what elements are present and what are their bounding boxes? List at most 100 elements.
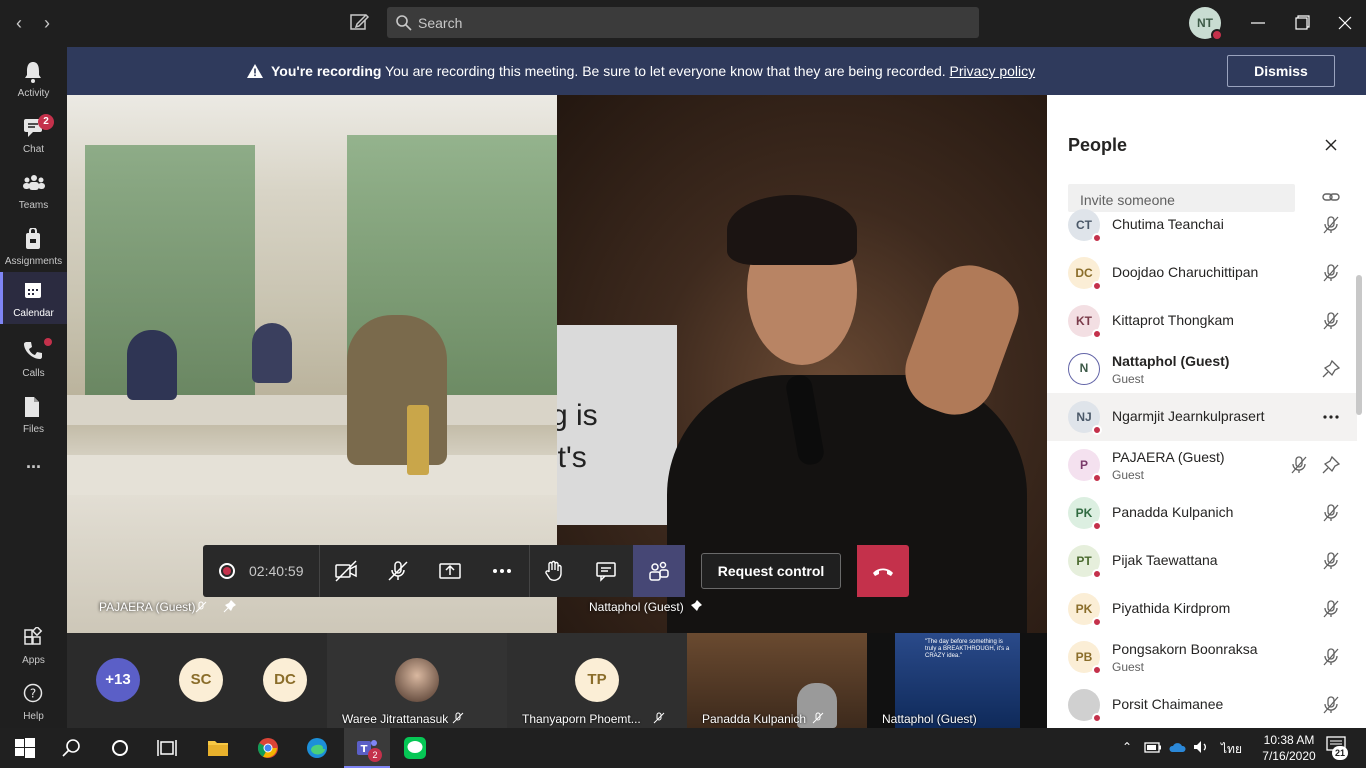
pin-icon[interactable] [1321,359,1341,379]
request-control-button[interactable]: Request control [701,553,841,589]
mic-off-icon[interactable] [1321,215,1341,235]
forward-arrow-icon[interactable]: › [36,12,58,34]
presence-busy-dot [1092,617,1102,627]
overflow-participants-button[interactable]: +13 [96,658,140,702]
participant-row[interactable]: KT Kittaprot Thongkam [1047,297,1357,345]
volume-icon[interactable] [1191,737,1211,757]
dismiss-button[interactable]: Dismiss [1227,55,1335,87]
rail-label-activity: Activity [17,88,50,99]
pin-icon[interactable] [1321,455,1341,475]
edge-icon[interactable] [305,736,329,760]
rail-item-activity[interactable]: Activity [0,52,67,108]
raise-hand-button[interactable] [530,545,578,597]
search-icon[interactable] [60,736,84,760]
rail-item-assignments[interactable]: Assignments [0,220,67,276]
participant-row[interactable]: P PAJAERA (Guest) Guest [1047,441,1357,489]
windows-taskbar: T 2 ⌃ ไทย 10:38 AM 7/16/2020 21 [0,728,1366,768]
app-rail: Activity 2 Chat Teams Assignments Calend… [0,47,67,728]
participant-avatar [1068,689,1102,723]
teams-taskbar-button[interactable]: T 2 [344,728,390,768]
slide-text-line: g is [557,399,598,432]
close-window-icon[interactable] [1332,10,1358,36]
participant-row[interactable]: PK Panadda Kulpanich [1047,489,1357,537]
participant-tile[interactable]: Waree Jitrattanasuk [327,633,507,728]
participant-name: Chutima Teanchai [1112,216,1224,232]
people-scrollbar[interactable] [1356,275,1362,415]
battery-icon[interactable] [1143,737,1163,757]
rail-item-calls[interactable]: Calls [0,332,67,388]
participant-avatar[interactable]: SC [179,658,223,702]
mic-off-icon[interactable] [1321,503,1341,523]
privacy-policy-link[interactable]: Privacy policy [950,63,1036,79]
close-icon[interactable] [1323,137,1339,153]
rail-label-calls: Calls [22,368,45,379]
mic-off-icon[interactable] [1321,551,1341,571]
participant-row[interactable]: Porsit Chaimanee [1047,681,1357,728]
avatar-initials: N [1079,361,1089,375]
windows-start-icon[interactable] [13,736,37,760]
share-screen-button[interactable] [426,545,474,597]
maximize-icon[interactable] [1288,10,1314,36]
more-options-icon[interactable] [1321,407,1341,427]
compose-icon[interactable] [348,11,372,35]
mic-off-icon[interactable] [1321,695,1341,715]
participant-name: Doojdao Charuchittipan [1112,264,1259,280]
back-arrow-icon[interactable]: ‹ [8,12,30,34]
more-actions-button[interactable] [478,545,526,597]
participant-row[interactable]: PK Piyathida Kirdprom [1047,585,1357,633]
participant-row[interactable]: DC Doojdao Charuchittipan [1047,249,1357,297]
mic-off-icon[interactable] [1321,263,1341,283]
participant-row[interactable]: NJ Ngarmjit Jearnkulprasert [1047,393,1357,441]
participant-tile[interactable]: TP Thanyaporn Phoemt... [507,633,687,728]
mic-off-icon[interactable] [1321,599,1341,619]
rail-item-help[interactable]: ? Help [0,675,67,731]
participant-strip: +13 SC DC Waree Jitrattanasuk TP Thanyap… [67,633,1047,728]
input-language-indicator[interactable]: ไทย [1221,740,1242,759]
file-explorer-icon[interactable] [206,736,230,760]
cortana-icon[interactable] [108,736,132,760]
hand-icon [545,560,562,581]
participant-avatar[interactable]: DC [263,658,307,702]
avatar-initials: PB [1075,650,1093,664]
minimize-icon[interactable] [1245,10,1271,36]
warning-icon [247,64,263,78]
user-avatar[interactable]: NT [1189,7,1223,41]
shared-screen-tile[interactable]: "The day before something is truly a BRE… [867,633,1047,728]
show-hidden-icons[interactable]: ⌃ [1122,740,1132,754]
participant-avatar: TP [575,658,619,702]
onedrive-icon[interactable] [1167,737,1187,757]
show-participants-button[interactable] [633,545,685,597]
rail-item-files[interactable]: Files [0,388,67,444]
participant-row[interactable]: CT Chutima Teanchai [1047,201,1357,249]
camera-off-icon [335,560,357,582]
mic-off-icon[interactable] [1321,311,1341,331]
mute-button[interactable] [374,545,422,597]
recording-title: You're recording [271,63,382,79]
task-view-icon[interactable] [156,736,180,760]
rail-item-chat[interactable]: 2 Chat [0,108,67,164]
mic-off-icon[interactable] [1289,455,1309,475]
participant-row[interactable]: N Nattaphol (Guest) Guest [1047,345,1357,393]
rail-more-button[interactable]: ... [0,447,67,503]
camera-toggle-button[interactable] [322,545,370,597]
clock-date: 7/16/2020 [1262,749,1316,763]
participant-name-label: Thanyaporn Phoemt... [522,712,641,726]
search-input[interactable]: Search [387,7,979,38]
system-clock[interactable]: 10:38 AM 7/16/2020 [1256,732,1322,764]
hang-up-button[interactable] [857,545,909,597]
participant-row[interactable]: PT Pijak Taewattana [1047,537,1357,585]
avatar-initials: DC [1075,266,1093,280]
rail-item-calendar[interactable]: Calendar [0,272,67,324]
rail-item-teams[interactable]: Teams [0,164,67,220]
action-center-button[interactable]: 21 [1326,736,1350,760]
participant-name-label: Nattaphol (Guest) [882,712,977,726]
student-figure [252,323,292,383]
chrome-icon[interactable] [256,736,280,760]
participant-tile[interactable]: Panadda Kulpanich [687,633,867,728]
line-app-icon[interactable] [403,736,427,760]
rail-item-apps[interactable]: Apps [0,619,67,675]
show-conversation-button[interactable] [582,545,630,597]
participant-row[interactable]: PB Pongsakorn Boonraksa Guest [1047,633,1357,681]
people-panel: People Invite someone CT Chutima Teanchai… [1047,95,1366,728]
mic-off-icon[interactable] [1321,647,1341,667]
